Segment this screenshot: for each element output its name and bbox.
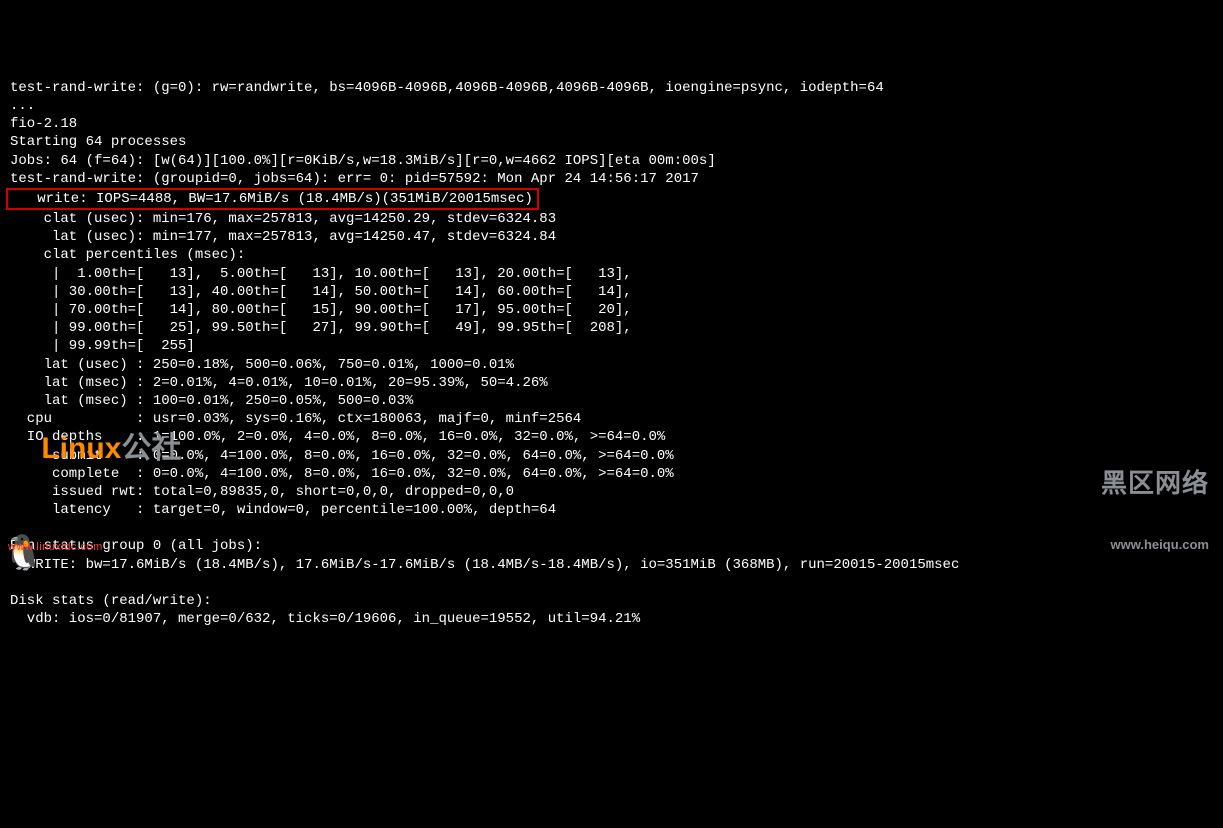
line: Jobs: 64 (f=64): [w(64)][100.0%][r=0KiB/… [10,153,716,169]
line: issued rwt: total=0,89835,0, short=0,0,0… [10,484,514,500]
line: | 1.00th=[ 13], 5.00th=[ 13], 10.00th=[ … [10,266,632,282]
line: lat (usec) : 250=0.18%, 500=0.06%, 750=0… [10,357,514,373]
line: Disk stats (read/write): [10,593,212,609]
highlighted-write-line: write: IOPS=4488, BW=17.6MiB/s (18.4MB/s… [6,188,539,210]
line: | 30.00th=[ 13], 40.00th=[ 14], 50.00th=… [10,284,632,300]
line: lat (usec): min=177, max=257813, avg=142… [10,229,556,245]
line: WRITE: bw=17.6MiB/s (18.4MB/s), 17.6MiB/… [10,557,959,573]
line: Starting 64 processes [10,134,186,150]
terminal-output: test-rand-write: (g=0): rw=randwrite, bs… [10,79,1213,629]
line: vdb: ios=0/81907, merge=0/632, ticks=0/1… [10,611,640,627]
line: latency : target=0, window=0, percentile… [10,502,556,518]
line: clat (usec): min=176, max=257813, avg=14… [10,211,556,227]
line: IO depths : 1=100.0%, 2=0.0%, 4=0.0%, 8=… [10,429,665,445]
line: lat (msec) : 100=0.01%, 250=0.05%, 500=0… [10,393,413,409]
line: test-rand-write: (groupid=0, jobs=64): e… [10,171,699,187]
line: Run status group 0 (all jobs): [10,538,262,554]
line: clat percentiles (msec): [10,247,245,263]
line: ... [10,98,35,114]
line: | 70.00th=[ 14], 80.00th=[ 15], 90.00th=… [10,302,632,318]
line: submit : 0=0.0%, 4=100.0%, 8=0.0%, 16=0.… [10,448,674,464]
line: | 99.00th=[ 25], 99.50th=[ 27], 99.90th=… [10,320,632,336]
line: fio-2.18 [10,116,77,132]
line: test-rand-write: (g=0): rw=randwrite, bs… [10,80,884,96]
line: complete : 0=0.0%, 4=100.0%, 8=0.0%, 16=… [10,466,674,482]
line: cpu : usr=0.03%, sys=0.16%, ctx=180063, … [10,411,581,427]
line: lat (msec) : 2=0.01%, 4=0.01%, 10=0.01%,… [10,375,548,391]
line: | 99.99th=[ 255] [10,338,195,354]
